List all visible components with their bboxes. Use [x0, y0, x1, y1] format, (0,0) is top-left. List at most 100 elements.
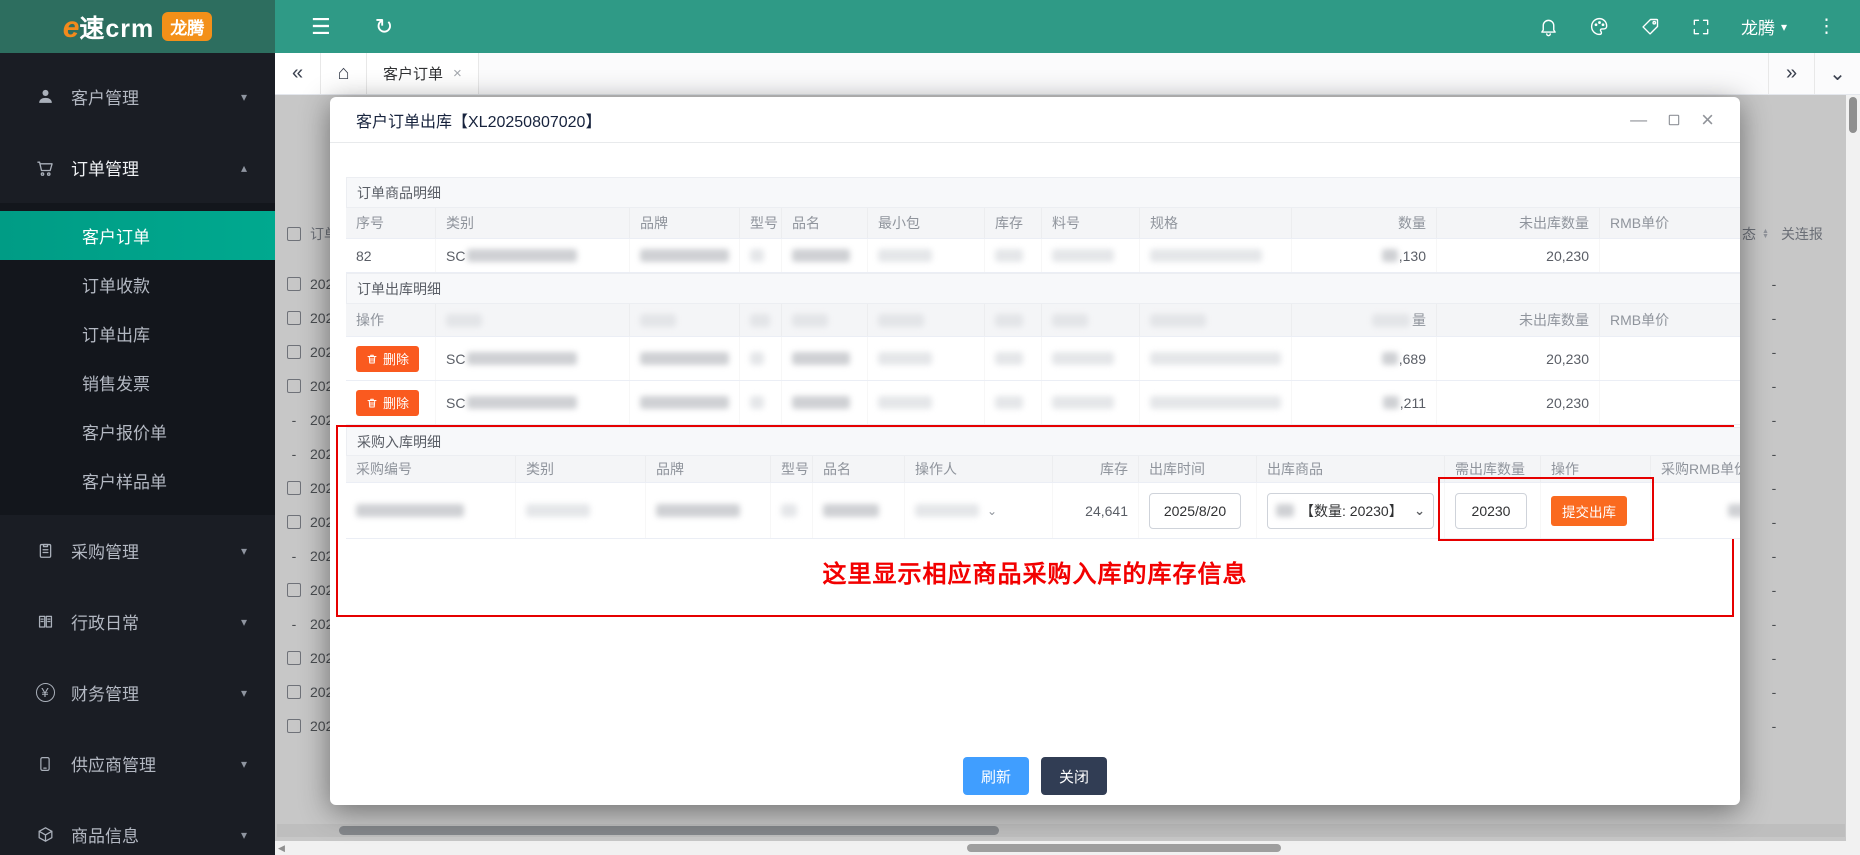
delete-button[interactable]: 删除 — [356, 389, 420, 416]
table-row: 82 SC ,130 20,230 — [346, 239, 1740, 273]
sidebar-subitem[interactable]: 订单出库 — [0, 309, 275, 358]
chevron-down-icon: ⌄ — [987, 503, 998, 518]
cell-model — [740, 239, 782, 272]
dialog-title: 客户订单出库【XL20250807020】 — [356, 113, 602, 131]
box-icon — [34, 825, 56, 844]
cell-model — [771, 483, 813, 538]
cell-seq: 82 — [346, 239, 436, 272]
refresh-icon[interactable]: ↻ — [375, 14, 393, 40]
table-row: 删除 SC ,211 20,230 — [346, 381, 1740, 425]
sidebar-subitem[interactable]: 客户报价单 — [0, 407, 275, 456]
panel-collapse-icon[interactable]: ⌄ — [1814, 53, 1860, 94]
cell-qty: ,689 — [1292, 337, 1437, 380]
sidebar-subitem[interactable]: 客户样品单 — [0, 456, 275, 505]
section-title: 订单出库明细 — [346, 273, 1740, 303]
sidebar-subitem[interactable]: 客户订单 — [0, 211, 275, 260]
yen-circle-icon: ¥ — [34, 683, 56, 702]
sidebar-item-purchase-mgmt[interactable]: 采购管理 ▾ — [0, 515, 275, 586]
trash-icon — [367, 398, 377, 407]
tabs-collapse-left-icon[interactable]: « — [275, 53, 321, 94]
cell-model — [740, 381, 782, 424]
cell-category — [516, 483, 646, 538]
sidebar-subitem[interactable]: 销售发票 — [0, 358, 275, 407]
sidebar-subitem[interactable]: 订单收款 — [0, 260, 275, 309]
quantity-input[interactable]: 20230 — [1455, 492, 1527, 529]
sidebar-item-finance-mgmt[interactable]: ¥ 财务管理 ▾ — [0, 657, 275, 728]
close-button[interactable]: 关闭 — [1041, 757, 1108, 795]
delete-button[interactable]: 删除 — [356, 345, 420, 372]
minimize-icon[interactable]: — — [1630, 110, 1647, 130]
user-name: 龙腾 — [1740, 19, 1775, 38]
cell-action: 删除 — [346, 337, 436, 380]
logo-text: e速crm — [62, 10, 155, 44]
product-select[interactable]: 【数量: 20230】 ⌄ — [1267, 492, 1434, 529]
notification-bell-icon[interactable] — [1538, 16, 1559, 37]
table-header-row: 采购编号 类别 品牌 型号 品名 操作人 库存 出库时间 出库商品 需出库数量 操作 采购R… — [346, 455, 1740, 483]
section-title: 采购入库明细 — [346, 427, 1740, 455]
trash-icon — [367, 354, 377, 363]
sidebar-item-customer-mgmt[interactable]: 客户管理 ▾ — [0, 61, 275, 132]
purchase-inbound-table: 采购入库明细 采购编号 类别 品牌 型号 品名 操作人 库存 出库时间 出库商品 需出库数… — [346, 427, 1740, 539]
order-outbound-dialog: 客户订单出库【XL20250807020】 — × 订单商品明细 序号 类别 品牌… — [330, 97, 1740, 805]
dialog-header: 客户订单出库【XL20250807020】 — × — [330, 97, 1740, 143]
scrollbar-thumb[interactable] — [967, 844, 1281, 852]
cell-spec — [1140, 239, 1292, 272]
tabs-expand-right-icon[interactable]: » — [1768, 53, 1814, 94]
cell-price — [1600, 239, 1740, 272]
close-icon[interactable]: × — [1701, 107, 1714, 133]
app-header: e速crm 龙腾 ☰ ↻ 龙腾 ▾ ⋮ — [0, 0, 1860, 53]
vertical-scrollbar[interactable] — [1846, 95, 1860, 841]
cell-unshipped: 20,230 — [1437, 239, 1600, 272]
dialog-body: 订单商品明细 序号 类别 品牌 型号 品名 最小包 库存 料号 规格 数量 未出库数量 RM… — [330, 143, 1740, 805]
cell-stock — [985, 381, 1042, 424]
date-input[interactable]: 2025/8/20 — [1149, 492, 1241, 529]
cell-stock — [985, 239, 1042, 272]
annotation-red-box: 采购入库明细 采购编号 类别 品牌 型号 品名 操作人 库存 出库时间 出库商品 需出库数… — [336, 425, 1740, 617]
horizontal-scrollbar[interactable]: ◀ ▶ — [275, 841, 1860, 855]
tag-icon[interactable] — [1640, 16, 1661, 37]
cell-minpack — [868, 239, 985, 272]
scroll-left-arrow[interactable]: ◀ — [278, 843, 285, 854]
app-logo: e速crm 龙腾 — [0, 0, 275, 53]
maximize-icon[interactable] — [1667, 113, 1681, 127]
cell-category: SC — [436, 239, 630, 272]
sidebar-item-supplier-mgmt[interactable]: 供应商管理 ▾ — [0, 728, 275, 799]
book-icon — [34, 612, 56, 631]
cell-qty: ,211 — [1292, 381, 1437, 424]
cell-stock: 24,641 — [1053, 483, 1139, 538]
user-menu[interactable]: 龙腾 ▾ — [1741, 14, 1787, 39]
submit-outbound-button[interactable]: 提交出库 — [1551, 495, 1627, 526]
refresh-button[interactable]: 刷新 — [962, 757, 1029, 795]
more-menu-icon[interactable]: ⋮ — [1817, 15, 1836, 38]
cell-name — [782, 239, 868, 272]
sidebar: 客户管理 ▾ 订单管理 ▴ 客户订单 订单收款 订单出库 销售发票 客户报价单 — [0, 53, 275, 855]
tabbar: « ⌂ 客户订单 × » ⌄ — [275, 53, 1860, 95]
tab-customer-orders[interactable]: 客户订单 × — [367, 53, 479, 94]
cell-model — [740, 337, 782, 380]
fullscreen-icon[interactable] — [1691, 17, 1711, 37]
cell-spec — [1140, 337, 1292, 380]
cell-part — [1042, 337, 1140, 380]
chevron-down-icon: ▾ — [240, 685, 247, 700]
cell-brand — [630, 337, 740, 380]
cell-purchase-price: ,100 — [1651, 483, 1740, 538]
scrollbar-thumb[interactable] — [1849, 97, 1857, 133]
theme-palette-icon[interactable] — [1589, 16, 1610, 37]
cell-brand — [630, 239, 740, 272]
tab-close-icon[interactable]: × — [453, 65, 462, 82]
cell-spec — [1140, 381, 1292, 424]
cell-minpack — [868, 337, 985, 380]
cell-part — [1042, 381, 1140, 424]
sidebar-submenu-orders: 客户订单 订单收款 订单出库 销售发票 客户报价单 客户样品单 — [0, 203, 275, 515]
cell-name — [782, 337, 868, 380]
chevron-down-icon: ▾ — [240, 827, 247, 842]
cell-brand — [630, 381, 740, 424]
home-icon[interactable]: ⌂ — [321, 53, 367, 94]
cell-action: 删除 — [346, 381, 436, 424]
sidebar-item-product-info[interactable]: 商品信息 ▾ — [0, 799, 275, 855]
sidebar-item-order-mgmt[interactable]: 订单管理 ▴ — [0, 132, 275, 203]
cell-category: SC — [436, 337, 630, 380]
cell-stock — [985, 337, 1042, 380]
sidebar-collapse-icon[interactable]: ☰ — [311, 14, 331, 40]
sidebar-item-admin-daily[interactable]: 行政日常 ▾ — [0, 586, 275, 657]
